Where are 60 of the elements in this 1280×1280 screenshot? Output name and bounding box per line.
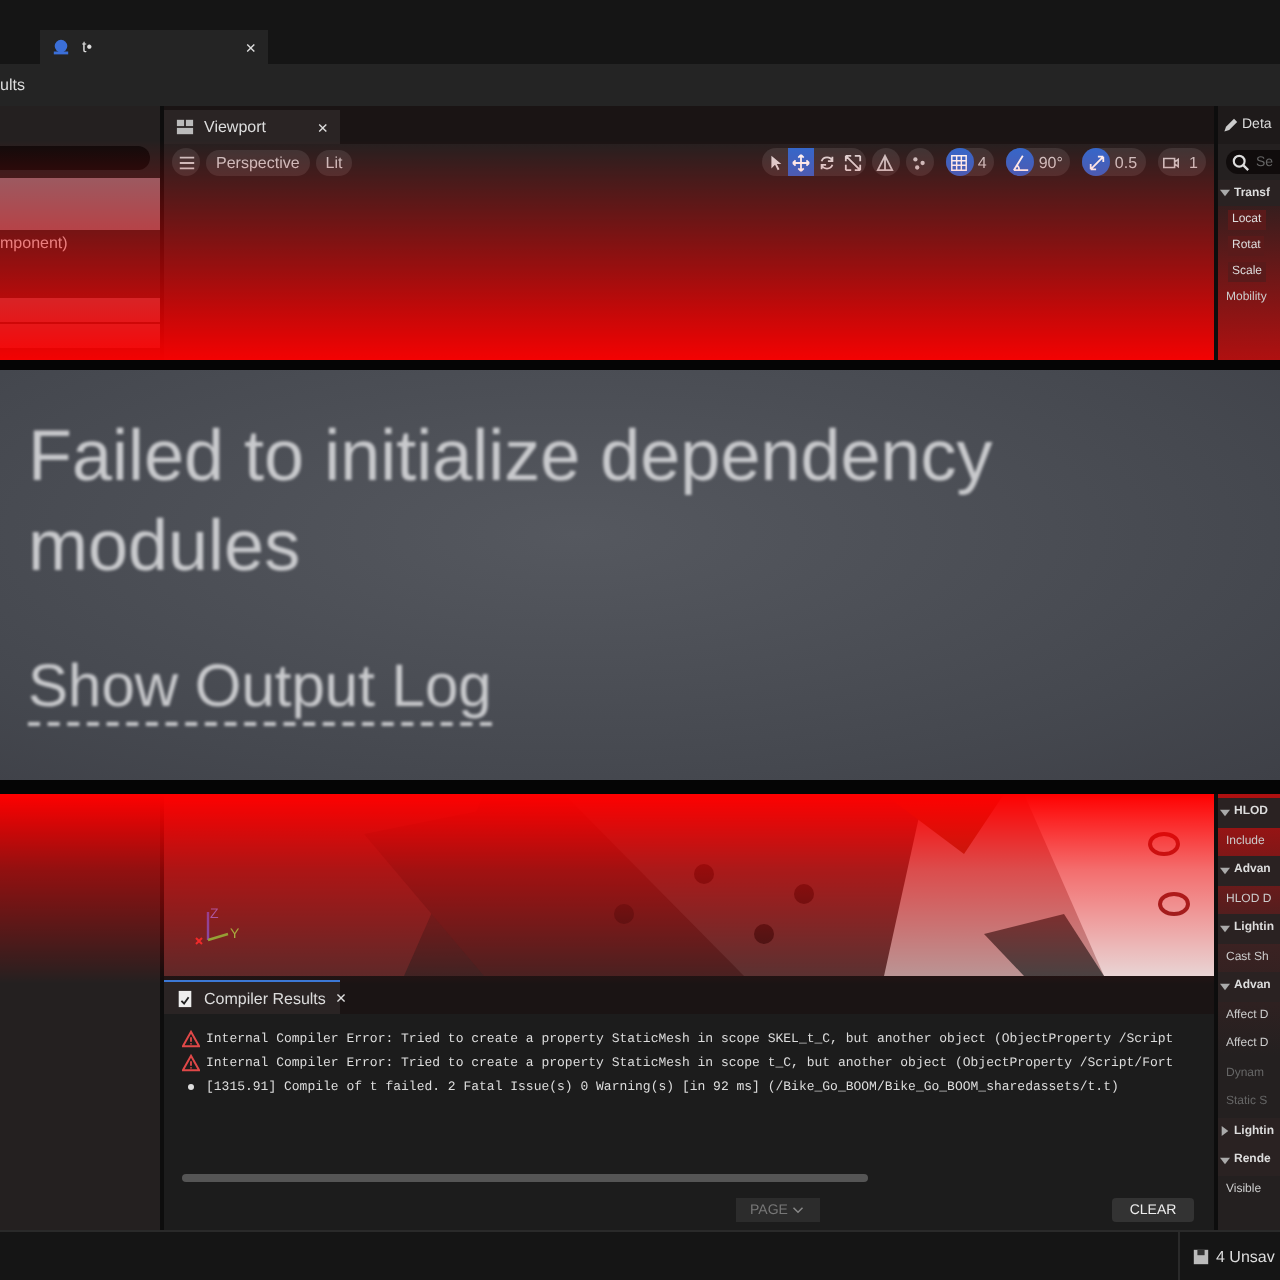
- scale-snap-button[interactable]: 0.5: [1082, 148, 1146, 176]
- angle-icon: [1011, 153, 1030, 171]
- surface-snap-button[interactable]: [871, 148, 900, 176]
- search-icon: [1232, 153, 1250, 171]
- save-icon: [1192, 1247, 1210, 1265]
- output-log-link[interactable]: Show Output Log: [28, 654, 492, 726]
- grid-snap-button[interactable]: 4: [945, 148, 995, 176]
- snap-value: 90°: [1038, 153, 1063, 171]
- pencil-icon: [1222, 117, 1238, 133]
- layout-icon: [176, 118, 194, 136]
- warning-icon: [182, 1053, 200, 1071]
- close-button[interactable]: ×: [317, 117, 328, 137]
- expand-arrow-icon: [1220, 188, 1230, 198]
- tab-title: Compiler Results: [204, 989, 326, 1007]
- lighting-mode-button[interactable]: Lit: [315, 149, 353, 175]
- snap-value: 0.5: [1114, 153, 1138, 171]
- toolbar-label: ults: [0, 76, 25, 94]
- move-tool-button[interactable]: [787, 148, 814, 176]
- triangle-icon: [876, 153, 895, 171]
- view-mode-button[interactable]: Perspective: [206, 149, 310, 175]
- tab-title: t•: [82, 38, 93, 56]
- rotate-icon: [817, 153, 836, 171]
- blueprint-icon: [52, 38, 70, 56]
- scale-icon: [843, 153, 862, 171]
- camera-icon: [1162, 153, 1181, 171]
- document-icon: [176, 989, 194, 1007]
- error-message: Failed to initialize dependency modules: [28, 412, 995, 590]
- tab-title: Viewport: [204, 118, 266, 136]
- mesh-paint-button[interactable]: [905, 148, 934, 176]
- rotate-tool-button[interactable]: [813, 148, 840, 176]
- scrollbar-thumb[interactable]: [182, 1174, 868, 1182]
- select-tool-button[interactable]: [761, 148, 788, 176]
- expand-arrow-icon: [1220, 865, 1230, 876]
- editor-tab[interactable]: t• ×: [40, 30, 268, 64]
- expand-arrow-icon: [1220, 923, 1230, 934]
- close-button[interactable]: ×: [335, 988, 347, 1008]
- menu-icon: [177, 153, 195, 171]
- search-field[interactable]: [0, 146, 150, 170]
- dots-icon: [910, 153, 929, 171]
- angle-snap-button[interactable]: 90°: [1006, 148, 1071, 176]
- viewport-tab[interactable]: Viewport ×: [164, 110, 340, 144]
- resize-icon: [1087, 153, 1106, 171]
- bullet-icon: [188, 1083, 194, 1089]
- expand-arrow-icon: [1220, 1126, 1230, 1137]
- chevron-down-icon: [791, 1204, 804, 1216]
- snap-value: 1: [1189, 153, 1198, 171]
- move-icon: [791, 153, 810, 171]
- grid-icon: [950, 153, 969, 171]
- scale-tool-button[interactable]: [839, 148, 866, 176]
- snap-value: 4: [977, 153, 987, 171]
- menu-button[interactable]: [172, 148, 200, 176]
- cursor-icon: [765, 153, 784, 171]
- expand-arrow-icon: [1220, 981, 1230, 992]
- warning-icon: [182, 1029, 200, 1047]
- expand-arrow-icon: [1220, 1155, 1230, 1166]
- close-button[interactable]: ×: [245, 37, 256, 57]
- compiler-results-tab[interactable]: Compiler Results ×: [164, 980, 340, 1014]
- camera-snap-button[interactable]: 1: [1157, 148, 1206, 176]
- unsaved-button[interactable]: 4 Unsav: [1178, 1232, 1280, 1280]
- expand-arrow-icon: [1220, 807, 1230, 818]
